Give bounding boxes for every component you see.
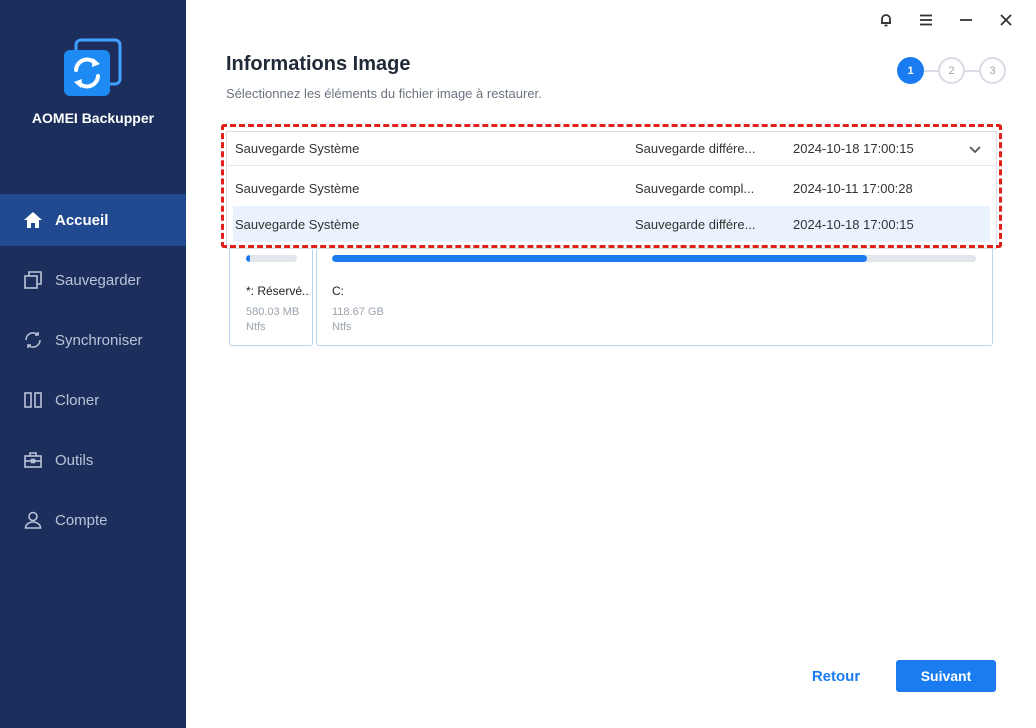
sidebar-item-accueil[interactable]: Accueil [0, 194, 186, 246]
partition-size: 118.67 GB [332, 306, 384, 318]
user-icon [22, 509, 44, 531]
partition-fs: Ntfs [332, 321, 352, 333]
dropdown-option[interactable]: Sauvegarde Système Sauvegarde compl... 2… [233, 170, 990, 206]
page-title: Informations Image [226, 53, 411, 75]
backup-dropdown[interactable]: Sauvegarde Système Sauvegarde différe...… [226, 131, 997, 249]
partition-fs: Ntfs [246, 321, 266, 333]
dropdown-list: Sauvegarde Système Sauvegarde compl... 2… [227, 166, 996, 248]
partition-card[interactable]: *: Réservé... 580.03 MB Ntfs [229, 236, 313, 346]
option-date: 2024-10-18 17:00:15 [793, 216, 914, 232]
window-controls [866, 0, 1036, 40]
close-icon[interactable] [986, 0, 1026, 40]
next-button[interactable]: Suivant [896, 660, 996, 692]
step-3: 3 [979, 57, 1006, 84]
usage-bar [332, 255, 976, 262]
clone-icon [22, 389, 44, 411]
home-icon [22, 209, 44, 231]
option-name: Sauvegarde Système [235, 180, 360, 196]
partition-label: C: [332, 284, 344, 298]
partition-list: *: Réservé... 580.03 MB Ntfs C: 118.67 G… [229, 236, 993, 347]
sidebar-item-label: Sauvegarder [55, 271, 141, 289]
sidebar-item-sauvegarder[interactable]: Sauvegarder [0, 254, 186, 306]
bell-icon[interactable] [866, 0, 906, 40]
step-2: 2 [938, 57, 965, 84]
sidebar-item-cloner[interactable]: Cloner [0, 374, 186, 426]
step-connector [924, 69, 938, 72]
option-type: Sauvegarde compl... [635, 180, 755, 196]
sidebar-item-label: Compte [55, 511, 108, 529]
sidebar-item-outils[interactable]: Outils [0, 434, 186, 486]
selected-date: 2024-10-18 17:00:15 [793, 141, 914, 156]
partition-label: *: Réservé... [246, 284, 310, 298]
step-connector [965, 69, 979, 72]
sidebar-item-label: Accueil [55, 211, 109, 229]
app-name: AOMEI Backupper [31, 110, 155, 126]
sync-icon [22, 329, 44, 351]
sidebar-item-label: Outils [55, 451, 94, 469]
minimize-icon[interactable] [946, 0, 986, 40]
toolbox-icon [22, 449, 44, 471]
sidebar-item-synchroniser[interactable]: Synchroniser [0, 314, 186, 366]
sidebar-item-label: Cloner [55, 391, 100, 409]
backup-icon [22, 269, 44, 291]
usage-bar [246, 255, 297, 262]
option-name: Sauvegarde Système [235, 216, 360, 232]
partition-size: 580.03 MB [246, 306, 300, 318]
chevron-down-icon[interactable] [968, 142, 982, 156]
usage-bar-fill [246, 255, 251, 262]
sidebar-item-compte[interactable]: Compte [0, 494, 186, 546]
selected-type: Sauvegarde différe... [635, 141, 756, 156]
sidebar-nav: Accueil Sauvegarder Synchroniser Cloner … [0, 194, 186, 554]
sidebar-item-label: Synchroniser [55, 331, 143, 349]
option-date: 2024-10-11 17:00:28 [793, 180, 913, 196]
option-type: Sauvegarde différe... [635, 216, 756, 232]
partition-card[interactable]: C: 118.67 GB Ntfs [316, 236, 993, 346]
step-1: 1 [897, 57, 924, 84]
page-subtitle: Sélectionnez les éléments du fichier ima… [226, 86, 542, 101]
dropdown-selected[interactable]: Sauvegarde Système Sauvegarde différe...… [227, 132, 996, 166]
sync-logo-icon [62, 38, 122, 98]
back-button[interactable]: Retour [798, 660, 874, 692]
selected-name: Sauvegarde Système [235, 141, 360, 156]
menu-icon[interactable] [906, 0, 946, 40]
step-indicator: 1 2 3 [897, 57, 1006, 84]
sidebar: AOMEI Backupper Accueil Sauvegarder Sync… [0, 0, 186, 728]
dropdown-option[interactable]: Sauvegarde Système Sauvegarde différe...… [233, 206, 990, 242]
usage-bar-fill [332, 255, 867, 262]
